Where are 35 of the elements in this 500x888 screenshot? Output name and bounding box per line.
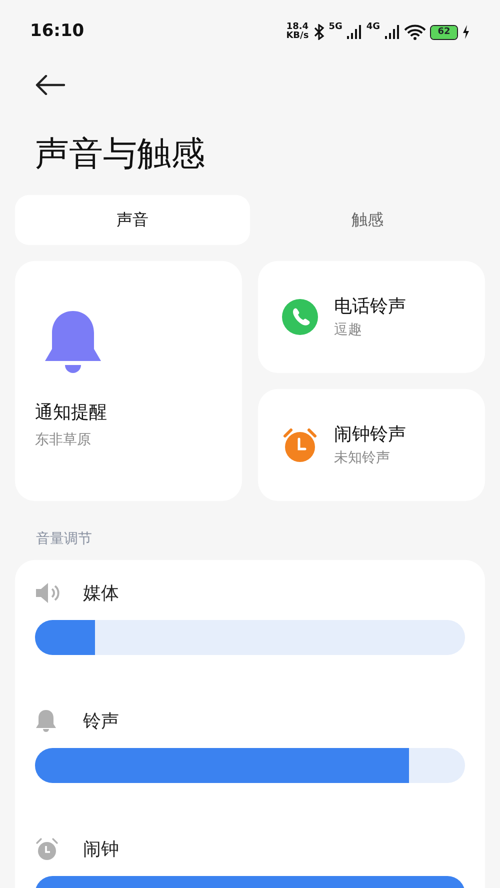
phone-icon <box>282 298 318 335</box>
page-title: 声音与触感 <box>34 134 206 175</box>
back-arrow-icon[interactable] <box>35 74 65 95</box>
network-type: 5G <box>328 21 342 34</box>
card-title: 通知提醒 <box>35 400 108 425</box>
ringtone-card[interactable]: 闹钟铃声 未知铃声 <box>258 388 485 501</box>
tab[interactable]: 声音 <box>15 194 250 245</box>
battery-indicator: 62 <box>430 24 458 40</box>
signal-icon <box>384 25 400 39</box>
wifi-icon <box>404 24 426 40</box>
card-subtitle: 逗趣 <box>334 320 363 340</box>
signal-icon <box>346 25 362 39</box>
card-subtitle: 未知铃声 <box>334 448 391 468</box>
charging-icon <box>462 25 470 39</box>
network-type: 4G <box>366 21 380 34</box>
volume-label: 媒体 <box>83 582 119 606</box>
alarm-clock-icon <box>35 837 59 862</box>
ringtone-card[interactable]: 电话铃声 逗趣 <box>258 260 485 373</box>
card-subtitle: 东非草原 <box>35 430 92 450</box>
volume-slider[interactable] <box>35 620 465 655</box>
section-heading: 音量调节 <box>36 530 93 549</box>
card-title: 闹钟铃声 <box>334 422 406 447</box>
network-speed: 18.4 KB/s <box>286 23 309 41</box>
alarm-clock-icon <box>282 426 318 463</box>
volume-slider[interactable] <box>35 748 465 783</box>
volume-label: 铃声 <box>83 710 119 734</box>
bluetooth-icon <box>312 24 325 40</box>
clock-time: 16:10 <box>30 20 84 44</box>
tab[interactable]: 触感 <box>250 194 485 245</box>
bell-icon <box>43 308 103 375</box>
volume-label: 闹钟 <box>83 838 119 862</box>
speaker-icon <box>35 582 61 604</box>
ringtone-card[interactable]: 通知提醒 东非草原 <box>15 260 242 501</box>
card-title: 电话铃声 <box>334 294 406 319</box>
bell-icon <box>35 709 57 734</box>
